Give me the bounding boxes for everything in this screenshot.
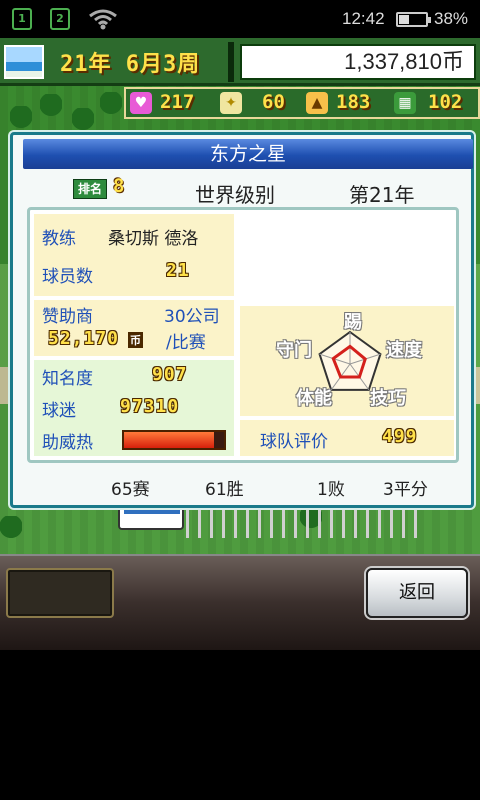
food-value: 183 — [336, 91, 371, 113]
battery-percent: 38% — [434, 9, 469, 28]
sponsor-cell: 赞助商 30公司 52,170 币 /比赛 — [34, 300, 234, 356]
coach-name: 桑切斯 德洛 — [108, 229, 199, 249]
games-played: 65赛 — [111, 480, 150, 500]
tree — [100, 92, 122, 118]
players-label: 球员数 — [42, 267, 93, 287]
food-icon: ▲ — [306, 92, 328, 114]
players-value: 21 — [166, 260, 190, 281]
battery-icon — [396, 12, 431, 27]
lightbulb-icon: ✦ — [220, 92, 242, 114]
tree — [72, 108, 94, 134]
hearts-value: 217 — [160, 91, 195, 113]
ideas-value: 60 — [262, 91, 285, 113]
sponsor-count: 30公司 — [164, 307, 220, 327]
team-name-title: 东方之星 — [23, 139, 473, 169]
bottom-bar: 返回 — [0, 554, 480, 650]
radar-label-technique: 技巧 — [370, 388, 406, 409]
fans-value: 97310 — [120, 396, 180, 417]
tree — [40, 94, 62, 120]
wifi-icon — [89, 9, 117, 30]
fans-label: 球迷 — [42, 401, 76, 421]
radar-label-kick: 踢 — [344, 312, 362, 333]
rank-badge: 排名 — [73, 179, 107, 199]
divider — [228, 42, 234, 82]
currency-tag: 币 — [128, 332, 143, 348]
resource-bar: ♥ 217 ✦ 60 ▲ 183 ▦ 102 — [124, 87, 480, 119]
field-icon: ▦ — [394, 92, 416, 114]
radar-label-speed: 速度 — [386, 340, 422, 361]
coach-label: 教练 — [42, 229, 76, 249]
rank-value: 8 — [113, 175, 125, 197]
league-level: 世界级别 — [195, 183, 275, 207]
team-info-panel: 东方之星 排名 8 世界级别 第21年 教练 桑切斯 德洛 球员数 21 赞助商… — [10, 132, 474, 508]
radar-label-defense: 守门 — [276, 340, 312, 361]
radar-label-stamina: 体能 — [296, 388, 332, 409]
draws: 3平分 — [383, 480, 428, 500]
coach-players-cell: 教练 桑切斯 德洛 球员数 21 — [34, 214, 234, 296]
game-top-bar: 21年 6月3周 1,337,810币 — [0, 38, 480, 86]
fame-value: 907 — [152, 364, 188, 385]
team-eval-cell: 球队评价 499 — [240, 420, 454, 456]
game-date: 21年 6月3周 — [60, 52, 201, 77]
radar-chart-cell: 踢 速度 技巧 体能 守门 — [240, 306, 454, 416]
fame-label: 知名度 — [42, 369, 93, 389]
cheer-gauge-fill — [124, 432, 214, 448]
back-button[interactable]: 返回 — [366, 568, 468, 618]
team-stats-box: 教练 桑切斯 德洛 球员数 21 赞助商 30公司 52,170 币 /比赛 知… — [27, 207, 459, 463]
fame-cell: 知名度 907 球迷 97310 助威热 — [34, 360, 234, 456]
wins: 61胜 — [205, 480, 244, 500]
tree — [10, 106, 32, 132]
notification-icon-1: 1 — [12, 8, 32, 30]
tree — [0, 516, 22, 542]
empty-slot — [6, 568, 114, 618]
season-icon[interactable] — [4, 45, 44, 79]
season-year: 第21年 — [349, 183, 415, 207]
losses: 1败 — [317, 480, 345, 500]
money-display: 1,337,810币 — [240, 44, 476, 80]
fence — [186, 508, 426, 538]
eval-value: 499 — [382, 426, 418, 447]
fields-value: 102 — [428, 91, 463, 113]
clock: 12:42 — [342, 9, 385, 28]
sponsor-label: 赞助商 — [42, 307, 93, 327]
heart-icon: ♥ — [130, 92, 152, 114]
sponsor-amount: 52,170 — [48, 328, 120, 349]
notification-icon-2: 2 — [50, 8, 70, 30]
cheer-label: 助威热 — [42, 433, 93, 453]
cheer-gauge — [122, 430, 226, 450]
status-bar: 1 2 12:42 38% — [0, 0, 480, 38]
sponsor-unit: /比赛 — [166, 333, 206, 353]
eval-label: 球队评价 — [260, 432, 328, 452]
